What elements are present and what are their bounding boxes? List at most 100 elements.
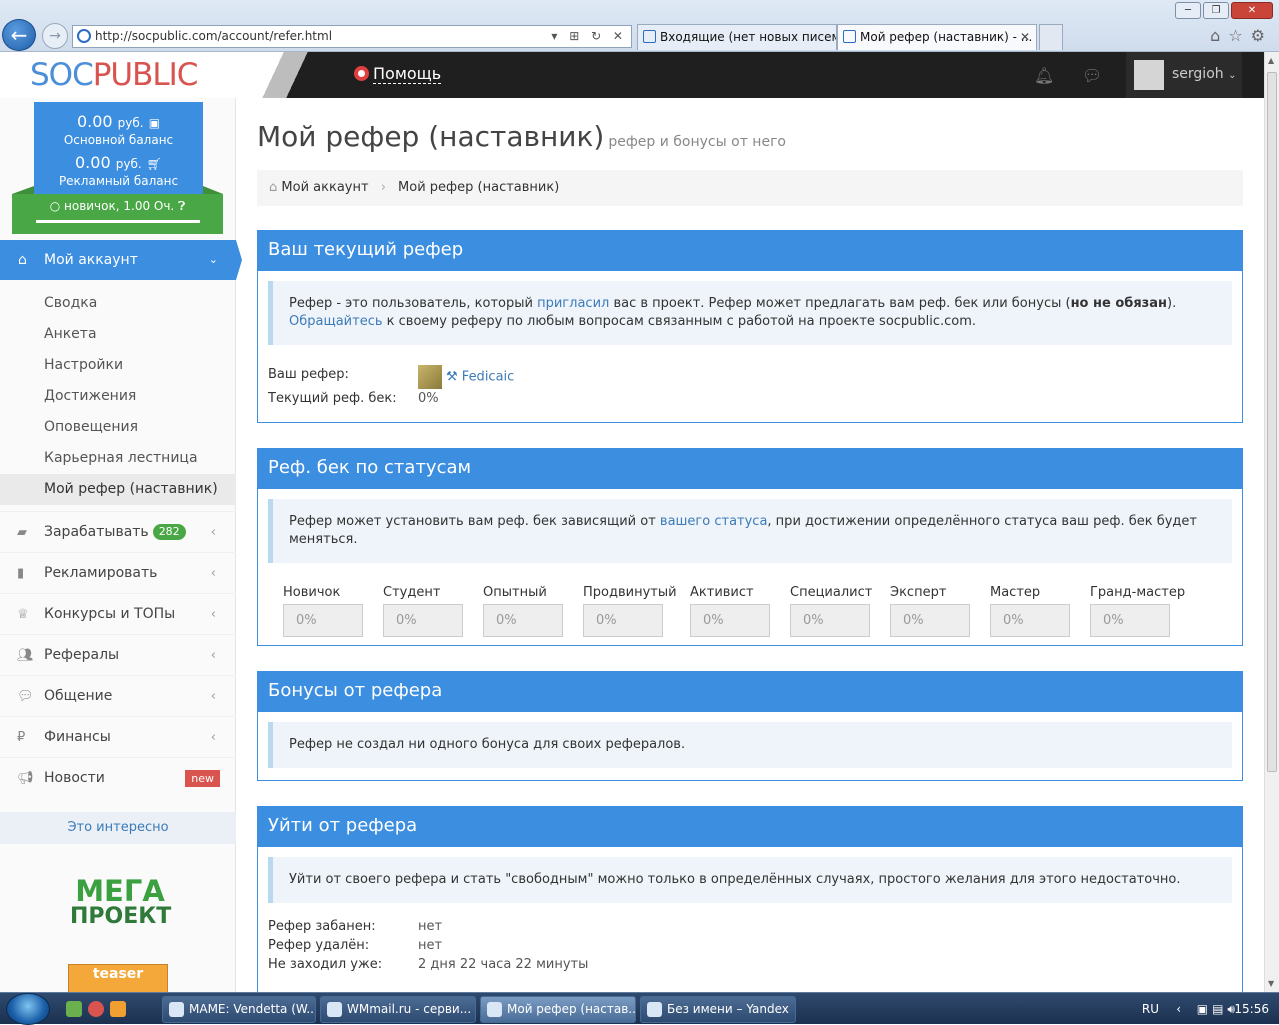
favorites-icon[interactable]: ☆	[1228, 26, 1250, 45]
scroll-down-icon: ▼	[1268, 979, 1275, 988]
sidebar-item-contests[interactable]: ♕ Конкурсы и ТОПы ‹	[0, 593, 236, 634]
chevron-left-icon: ‹	[210, 607, 216, 622]
tray-icons[interactable]: ▣▤🔊︎	[1197, 993, 1239, 1025]
home-icon: ⌂	[269, 180, 278, 195]
status-input[interactable]: 0%	[790, 604, 870, 637]
yandex-icon[interactable]	[88, 1001, 104, 1017]
sidebar-sub-achievements[interactable]: Достижения	[0, 381, 236, 412]
breadcrumb-account[interactable]: Мой аккаунт	[281, 180, 368, 195]
home-icon: ⌂	[18, 252, 27, 268]
chat-icon[interactable]: 💬︎	[1082, 66, 1102, 85]
clock[interactable]: 15:56	[1234, 993, 1269, 1025]
tab-inbox[interactable]: Входящие (нет новых писем)...	[637, 24, 837, 50]
chevron-left-icon: ‹	[210, 730, 216, 745]
your-status-link[interactable]: вашего статуса	[660, 514, 768, 529]
teaser-banner[interactable]: teaser	[68, 964, 168, 992]
back-button[interactable]: ←	[2, 19, 36, 51]
chevron-left-icon: ‹	[210, 566, 216, 581]
bell-icon[interactable]: 🔔︎	[1034, 66, 1054, 85]
refer-value: ⚒ Fedicaic	[418, 365, 514, 389]
contact-link[interactable]: Обращайтесь	[289, 314, 383, 329]
maximize-button[interactable]: ❐	[1203, 2, 1229, 19]
status-input[interactable]: 0%	[690, 604, 770, 637]
home-icon[interactable]: ⌂	[1210, 26, 1228, 45]
status-item: Опытный 0%	[483, 585, 563, 637]
taskbar-item-yandex[interactable]: Без имени – Yandex	[640, 996, 796, 1023]
site-topbar: SOCPUBLIC Помощь 🔔︎ 💬︎ sergioh ⌄	[0, 52, 1264, 98]
scroll-up-icon: ▲	[1268, 56, 1275, 65]
sidebar-item-news[interactable]: 📢︎ Новости new	[0, 757, 236, 798]
sidebar-sub-career[interactable]: Карьерная лестница	[0, 443, 236, 474]
yandex-icon	[647, 1002, 662, 1017]
ie-icon	[327, 1002, 342, 1017]
status-input[interactable]: 0%	[483, 604, 563, 637]
rank-progress	[36, 220, 200, 223]
status-input[interactable]: 0%	[1090, 604, 1170, 637]
sidebar-sub-notifications[interactable]: Оповещения	[0, 412, 236, 443]
close-window-button[interactable]: ✕	[1231, 2, 1273, 19]
logo-decoration	[236, 52, 334, 98]
mega-project-banner[interactable]: МЕГА ПРОЕКТ	[70, 877, 171, 930]
ruble-icon: ₽	[17, 730, 26, 745]
sidebar-item-my-account[interactable]: ⌂ Мой аккаунт ⌄	[0, 240, 242, 280]
ad-balance: 0.00 руб. 🛒︎	[75, 153, 162, 172]
status-input[interactable]: 0%	[283, 604, 363, 637]
site-logo[interactable]: SOCPUBLIC	[0, 52, 236, 98]
tab-refer[interactable]: Мой рефер (наставник) - ... ✕	[837, 24, 1037, 50]
address-bar[interactable]: http://socpublic.com/account/refer.html …	[72, 25, 632, 48]
close-tab-icon[interactable]: ✕	[1020, 25, 1030, 49]
help-link[interactable]: Помощь	[354, 64, 442, 84]
minimize-button[interactable]: ─	[1175, 2, 1201, 19]
panel-header: Бонусы от рефера	[258, 672, 1242, 712]
address-controls[interactable]: ▾ ⊞ ↻ ✕	[551, 26, 627, 47]
invited-link[interactable]: пригласил	[537, 296, 609, 311]
taskbar-item-wmmail[interactable]: WMmail.ru - серви...	[320, 996, 476, 1023]
lifebuoy-icon	[354, 66, 369, 81]
scroll-thumb[interactable]	[1267, 72, 1277, 772]
quicklaunch-icon[interactable]	[66, 1001, 82, 1017]
refer-name-link[interactable]: Fedicaic	[462, 370, 515, 385]
new-badge: new	[185, 770, 220, 787]
money-icon: ▣	[148, 116, 161, 130]
tray-arrow-icon[interactable]: ‹	[1176, 993, 1181, 1025]
sidebar-sub-profile[interactable]: Анкета	[0, 319, 236, 350]
sidebar-sub-summary[interactable]: Сводка	[0, 288, 236, 319]
info-note: Рефер не создал ни одного бонуса для сво…	[268, 722, 1232, 768]
refback-value: 0%	[418, 391, 439, 406]
rank-box[interactable]: ○ новичок, 1.00 Оч. ❓︎	[12, 194, 223, 234]
user-menu[interactable]: sergioh ⌄	[1126, 52, 1242, 98]
start-button[interactable]	[6, 993, 50, 1025]
media-icon[interactable]	[110, 1001, 126, 1017]
sidebar-item-communication[interactable]: 💬︎ Общение ‹	[0, 675, 236, 716]
status-input[interactable]: 0%	[383, 604, 463, 637]
sidebar-item-finance[interactable]: ₽ Финансы ‹	[0, 716, 236, 757]
status-input[interactable]: 0%	[583, 604, 663, 637]
status-item: Студент 0%	[383, 585, 463, 637]
hammer-icon: ⚒	[446, 369, 458, 385]
language-indicator[interactable]: RU	[1142, 993, 1159, 1025]
taskbar-item-refer[interactable]: Мой рефер (настав...	[480, 996, 636, 1023]
vertical-scrollbar[interactable]: ▲ ▼	[1264, 52, 1279, 992]
sidebar-item-advertise[interactable]: ▮ Рекламировать ‹	[0, 552, 236, 593]
settings-gear-icon[interactable]: ⚙	[1251, 26, 1273, 45]
count-badge: 282	[152, 524, 186, 540]
status-item: Мастер 0%	[990, 585, 1070, 637]
browser-tools: ⌂☆⚙	[1210, 26, 1273, 45]
status-input[interactable]: 0%	[890, 604, 970, 637]
logo-soc: SOC	[30, 57, 94, 93]
sidebar-sub-settings[interactable]: Настройки	[0, 350, 236, 381]
ie-icon	[487, 1002, 502, 1017]
status-item: Продвинутый 0%	[583, 585, 677, 637]
info-note: Уйти от своего рефера и стать "свободным…	[268, 857, 1232, 903]
interesting-link[interactable]: Это интересно	[0, 812, 236, 844]
status-input[interactable]: 0%	[990, 604, 1070, 637]
panel-header: Уйти от рефера	[258, 807, 1242, 847]
sidebar-item-referrals[interactable]: 👥︎ Рефералы ‹	[0, 634, 236, 675]
sidebar-item-earn[interactable]: ▰ Зарабатывать 282 ‹	[0, 511, 236, 552]
forward-button[interactable]: →	[42, 23, 68, 49]
new-tab-button[interactable]	[1039, 24, 1063, 50]
trophy-icon: ♕	[17, 607, 29, 622]
main-balance: 0.00 руб. ▣	[76, 112, 161, 131]
sidebar-sub-my-refer[interactable]: Мой рефер (наставник)	[0, 474, 236, 505]
taskbar-item-mame[interactable]: MAME: Vendetta (W...	[162, 996, 316, 1023]
